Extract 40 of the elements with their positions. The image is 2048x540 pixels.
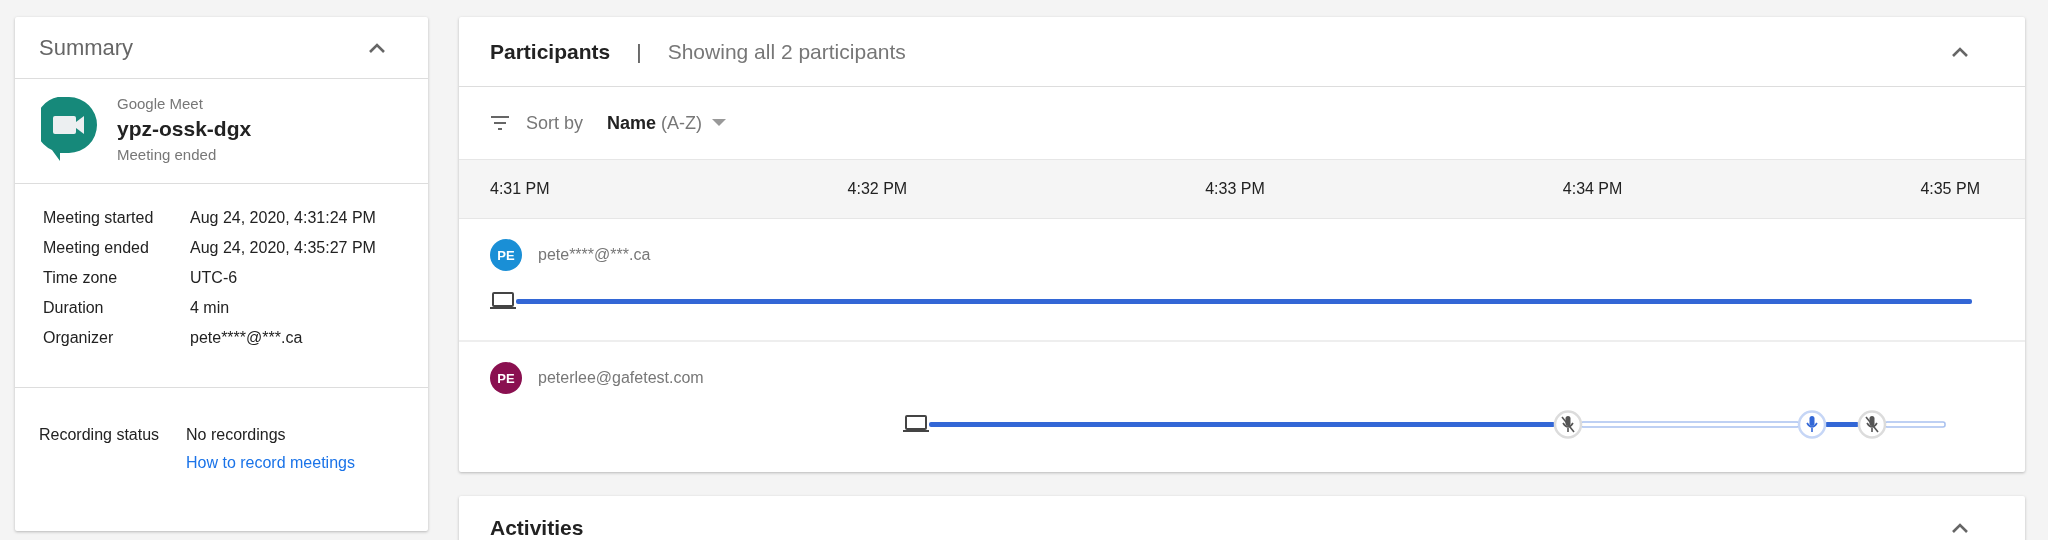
detail-value: UTC-6	[190, 269, 239, 287]
avatar: PE	[490, 362, 522, 394]
detail-label: Duration	[43, 299, 105, 317]
laptop-icon	[903, 415, 929, 432]
detail-label: Meeting started	[43, 209, 155, 227]
collapse-icon[interactable]	[1951, 522, 1969, 534]
card-title: Summary	[39, 34, 134, 61]
time-tick-label: 4:33 PM	[1205, 180, 1265, 198]
sort-dropdown[interactable]: Name (A-Z)	[607, 112, 703, 134]
detail-value: 4 min	[190, 299, 231, 317]
participant-email: pete****@***.ca	[538, 246, 651, 264]
time-tick-label: 4:31 PM	[490, 180, 550, 198]
time-tick-label: 4:34 PM	[1562, 180, 1623, 198]
participant-email: peterlee@gafetest.com	[538, 369, 704, 387]
detail-value: No recordings	[186, 426, 287, 444]
participant-count: Showing all 2 participants	[667, 39, 907, 64]
detail-value: Aug 24, 2020, 4:35:27 PM	[190, 239, 377, 257]
detail-label: Organizer	[43, 329, 115, 347]
time-tick-label: 4:35 PM	[1920, 180, 1980, 198]
detail-label: Recording status	[39, 426, 161, 444]
app-name: Google Meet	[117, 95, 204, 112]
detail-label: Meeting ended	[43, 239, 150, 257]
help-link[interactable]: How to record meetings	[186, 454, 404, 472]
sort-label: Sort by	[526, 112, 584, 134]
detail-value: pete****@***.ca	[190, 329, 304, 347]
time-tick-label: 4:32 PM	[847, 180, 908, 198]
card-title: Activities	[490, 516, 584, 540]
dropdown-caret-icon[interactable]	[712, 119, 727, 127]
collapse-icon[interactable]	[1951, 45, 1969, 58]
detail-label: Time zone	[43, 269, 119, 287]
laptop-icon	[490, 292, 516, 309]
card-title: Participants	[490, 39, 611, 64]
video-chat-logo	[41, 97, 97, 161]
collapse-icon[interactable]	[368, 41, 386, 54]
meeting-status: Meeting ended	[117, 146, 218, 163]
avatar: PE	[490, 239, 522, 271]
meeting-code: ypz-ossk-dgx	[117, 117, 252, 141]
filter-icon	[490, 116, 510, 130]
title-separator: |	[636, 39, 642, 64]
detail-value: Aug 24, 2020, 4:31:24 PM	[190, 209, 377, 227]
